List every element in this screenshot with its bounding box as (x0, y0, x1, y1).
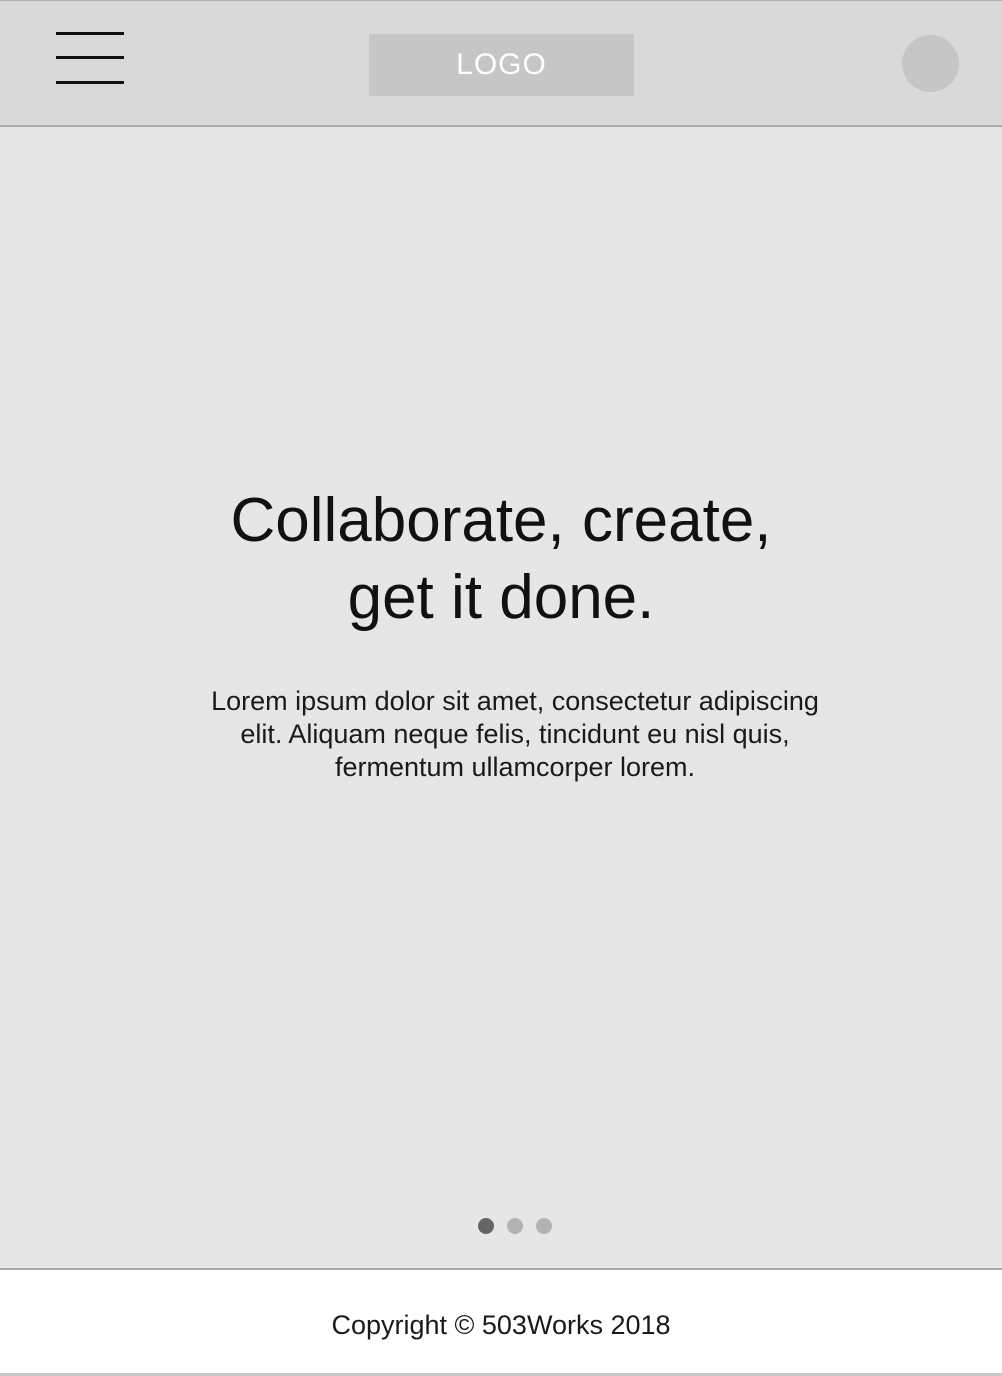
hero-text-line-2: elit. Aliquam neque felis, tincidunt eu … (240, 719, 790, 749)
carousel-dot-3[interactable] (536, 1218, 552, 1234)
hero-title-line-2: get it done. (347, 563, 655, 632)
hero-text-line-1: Lorem ipsum dolor sit amet, consectetur … (211, 686, 819, 716)
menu-line-top (56, 32, 124, 35)
hero-title: Collaborate, create, get it done. (0, 482, 1002, 636)
carousel-pagination (0, 1218, 1002, 1234)
menu-line-middle (56, 56, 124, 59)
site-footer: Copyright © 503Works 2018 (0, 1268, 1002, 1376)
carousel-dot-2[interactable] (507, 1218, 523, 1234)
hero-description: Lorem ipsum dolor sit amet, consectetur … (180, 685, 850, 784)
menu-line-bottom (56, 81, 124, 84)
hero-text-line-3: fermentum ullamcorper lorem. (334, 752, 696, 782)
hamburger-menu-icon[interactable] (56, 32, 124, 84)
hero-title-line-1: Collaborate, create, (230, 486, 772, 555)
user-avatar-icon[interactable] (902, 35, 959, 92)
copyright-text: Copyright © 503Works 2018 (331, 1310, 671, 1340)
page: LOGO Collaborate, create, get it done. L… (0, 0, 1002, 1376)
hero-section: Collaborate, create, get it done. Lorem … (0, 127, 1002, 1268)
site-header: LOGO (0, 0, 1002, 127)
logo-placeholder[interactable]: LOGO (369, 34, 634, 96)
carousel-dot-1[interactable] (478, 1218, 494, 1234)
